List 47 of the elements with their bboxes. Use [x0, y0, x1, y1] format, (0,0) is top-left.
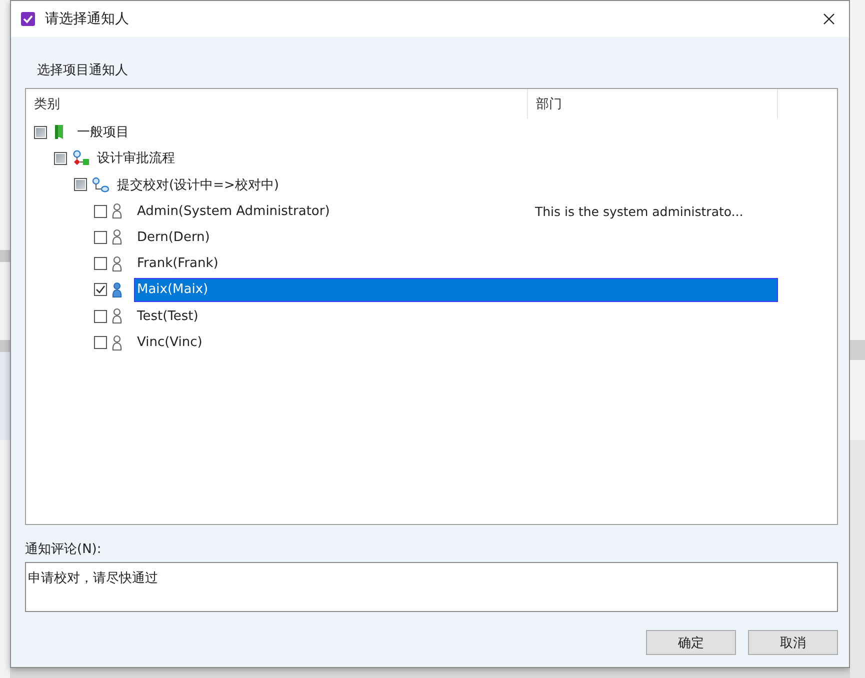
person-icon: [112, 203, 122, 220]
checkbox[interactable]: [94, 310, 107, 323]
tree-item-label: 一般项目: [76, 124, 130, 142]
person-icon: [112, 256, 122, 272]
tree-item-label: 设计审批流程: [96, 150, 176, 168]
person-icon: [112, 308, 122, 324]
column-header[interactable]: 类别: [26, 89, 528, 119]
tree-row[interactable]: 提交校对(设计中=>校对中): [114, 172, 778, 197]
person-icon: [112, 229, 122, 246]
checkbox[interactable]: [94, 204, 107, 218]
cancel-button[interactable]: 取消: [748, 630, 838, 655]
checkbox[interactable]: [94, 336, 107, 350]
connector-icon: [92, 176, 110, 193]
checkbox[interactable]: [74, 178, 87, 192]
ok-button[interactable]: 确定: [646, 630, 736, 655]
department-cell-text: This is the system administrato...: [534, 204, 744, 219]
checkbox-icon: [21, 12, 35, 26]
person-icon: [112, 334, 122, 351]
book-icon: [52, 124, 66, 140]
tree-item-label: Vinc(Vinc): [136, 335, 204, 350]
tree-item-label: Dern(Dern): [136, 230, 211, 245]
checkbox[interactable]: [94, 230, 107, 244]
comment-field[interactable]: 申请校对，请尽快通过: [25, 562, 838, 612]
workflow-icon: [72, 150, 90, 166]
column-header[interactable]: 部门: [528, 89, 778, 119]
tree-item-label: Admin(System Administrator): [136, 204, 331, 219]
tree-item-label: Frank(Frank): [136, 256, 220, 272]
tree-row[interactable]: Dern(Dern): [134, 225, 778, 250]
tree-row[interactable]: Admin(System Administrator) This is the system administrato...: [134, 199, 778, 224]
window-title: 请选择通知人: [45, 10, 130, 28]
comment-label: 通知评论(N):: [25, 541, 102, 559]
checkbox[interactable]: [54, 152, 67, 165]
checkbox[interactable]: [94, 257, 107, 270]
tree-row[interactable]: Test(Test): [134, 304, 778, 328]
person-icon: [112, 282, 122, 298]
checkbox[interactable]: [34, 126, 47, 139]
tree-row[interactable]: Maix(Maix): [134, 278, 778, 302]
tree-item-label: Test(Test): [136, 308, 200, 324]
tree-item-label: Maix(Maix): [136, 282, 210, 298]
section-label: 选择项目通知人: [36, 62, 129, 80]
close-icon[interactable]: [823, 13, 835, 25]
tree-row[interactable]: Frank(Frank): [134, 252, 778, 276]
tree-row[interactable]: 设计审批流程: [94, 146, 778, 170]
checkbox[interactable]: [94, 283, 107, 296]
tree-row[interactable]: 一般项目: [74, 120, 778, 144]
tree-item-label: 提交校对(设计中=>校对中): [116, 176, 280, 194]
tree-row[interactable]: Vinc(Vinc): [134, 330, 778, 355]
